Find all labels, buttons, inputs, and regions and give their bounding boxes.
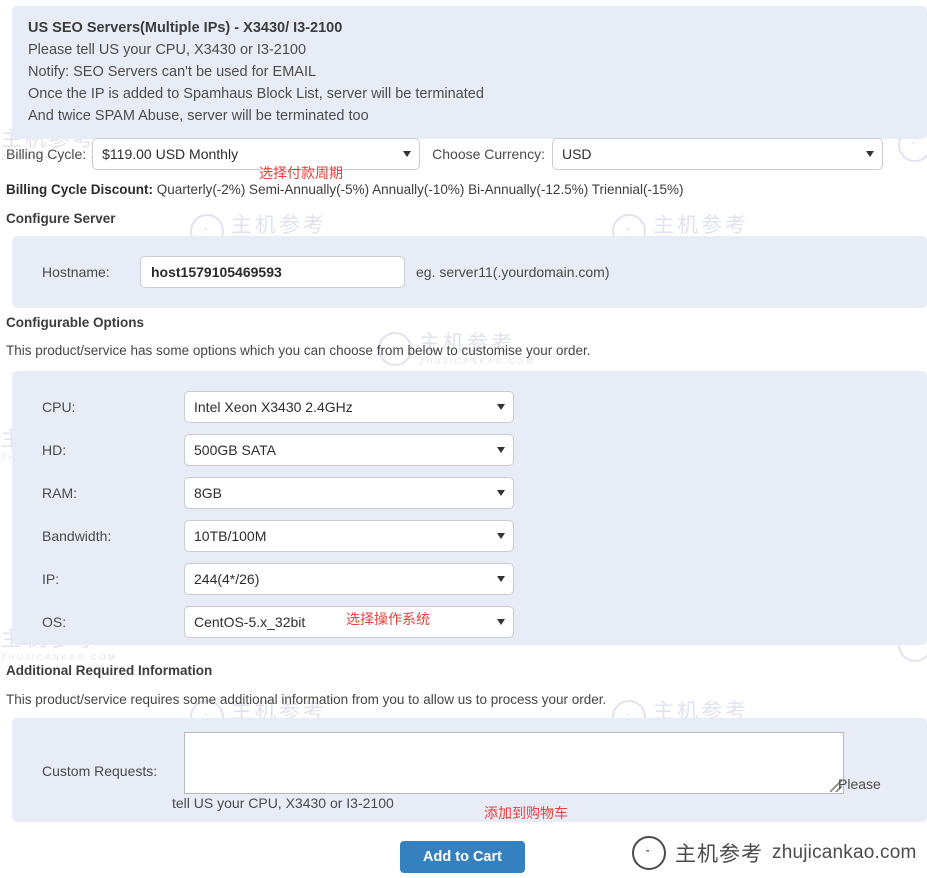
option-label-bandwidth: Bandwidth: [42,527,112,544]
chevron-down-icon [497,532,505,539]
billing-cycle-value: $119.00 USD Monthly [102,146,239,162]
option-row-hd: HD: 500GB SATA [12,428,927,471]
option-label-ip: IP: [42,570,60,587]
currency-value: USD [561,146,592,162]
option-select-ram[interactable]: 8GB [184,476,514,509]
chevron-down-icon [403,151,412,157]
chevron-down-icon [497,489,505,496]
currency-label: Choose Currency: [432,146,545,162]
hostname-input[interactable]: host1579105469593 [140,256,405,288]
option-value-bandwidth: 10TB/100M [194,527,267,544]
watermark-en: ZHUJICANKAO.COM [1,652,118,662]
currency-select[interactable]: USD [551,138,883,170]
option-select-hd[interactable]: 500GB SATA [184,433,514,466]
option-row-cpu: CPU: Intel Xeon X3430 2.4GHz [12,385,927,428]
option-row-ip: IP: 244(4*/26) [12,557,927,600]
configurable-options-panel: CPU: Intel Xeon X3430 2.4GHz HD: 500GB S… [12,371,927,645]
product-note-4: And twice SPAM Abuse, server will be ter… [28,108,369,125]
billing-cycle-label: Billing Cycle: [6,146,87,162]
option-value-ip: 244(4*/26) [194,570,260,587]
option-value-ram: 8GB [194,484,223,501]
chevron-down-icon [497,403,505,410]
hostname-hint: eg. server11(.yourdomain.com) [416,264,610,280]
brand-footer: 主机参考 zhujicankao.com [632,836,917,870]
brand-footer-en: zhujicankao.com [772,842,917,863]
billing-cycle-discount: Billing Cycle Discount: Quarterly(-2%) S… [6,182,683,197]
product-header-panel: US SEO Servers(Multiple IPs) - X3430/ I3… [12,6,927,140]
hostname-value: host1579105469593 [151,264,282,280]
option-value-os: CentOS-5.x_32bit [194,613,306,630]
option-row-bandwidth: Bandwidth: 10TB/100M [12,514,927,557]
billing-cycle-select[interactable]: $119.00 USD Monthly [92,138,421,170]
product-note-1: Please tell US your CPU, X3430 or I3-210… [28,42,307,58]
option-label-cpu: CPU: [42,398,76,415]
configurable-options-heading: Configurable Options [6,315,144,330]
option-value-hd: 500GB SATA [194,441,276,458]
annotation-operating-system: 选择操作系统 [346,612,430,628]
product-note-3: Once the IP is added to Spamhaus Block L… [28,86,484,103]
hostname-panel: Hostname: host1579105469593 eg. server11… [12,236,927,308]
additional-information-heading: Additional Required Information [6,663,213,678]
hostname-label: Hostname: [42,264,110,280]
option-label-os: OS: [42,613,67,630]
configure-server-heading: Configure Server [6,211,116,226]
chevron-down-icon [497,446,505,453]
custom-requests-label: Custom Requests: [42,763,158,779]
brand-footer-cn: 主机参考 [675,843,763,866]
configurable-options-description: This product/service has some options wh… [6,343,591,358]
zhujicankao-logo-icon [632,836,666,870]
discount-label: Billing Cycle Discount: [6,182,154,197]
option-row-os: OS: CentOS-5.x_32bit [12,600,927,643]
option-select-cpu[interactable]: Intel Xeon X3430 2.4GHz [184,390,514,423]
product-note-2: Notify: SEO Servers can't be used for EM… [28,64,317,81]
option-select-bandwidth[interactable]: 10TB/100M [184,519,514,552]
custom-requests-hint-right: Please [838,776,881,792]
custom-requests-textarea[interactable] [184,732,844,794]
custom-requests-panel: Custom Requests: [12,718,927,822]
custom-requests-hint-below: tell US your CPU, X3430 or I3-2100 [172,795,394,811]
annotation-add-to-cart: 添加到购物车 [484,806,568,822]
watermark-cn: 主机参考 [231,213,327,237]
watermark-cn: 主机参考 [653,213,749,237]
option-label-ram: RAM: [42,484,77,501]
option-value-cpu: Intel Xeon X3430 2.4GHz [194,398,353,415]
chevron-down-icon [497,618,505,625]
billing-row: Billing Cycle: $119.00 USD Monthly Choos… [6,138,921,170]
option-select-ip[interactable]: 244(4*/26) [184,562,514,595]
chevron-down-icon [497,575,505,582]
discount-value: Quarterly(-2%) Semi-Annually(-5%) Annual… [156,182,684,197]
product-title: US SEO Servers(Multiple IPs) - X3430/ I3… [28,20,343,36]
annotation-billing-cycle: 选择付款周期 [259,166,343,182]
add-to-cart-button[interactable]: Add to Cart [400,841,525,873]
watermark-en: ZHUJICANKAO.COM [419,356,536,366]
chevron-down-icon [865,151,874,157]
option-label-hd: HD: [42,441,67,458]
option-row-ram: RAM: 8GB [12,471,927,514]
additional-information-description: This product/service requires some addit… [6,692,607,707]
